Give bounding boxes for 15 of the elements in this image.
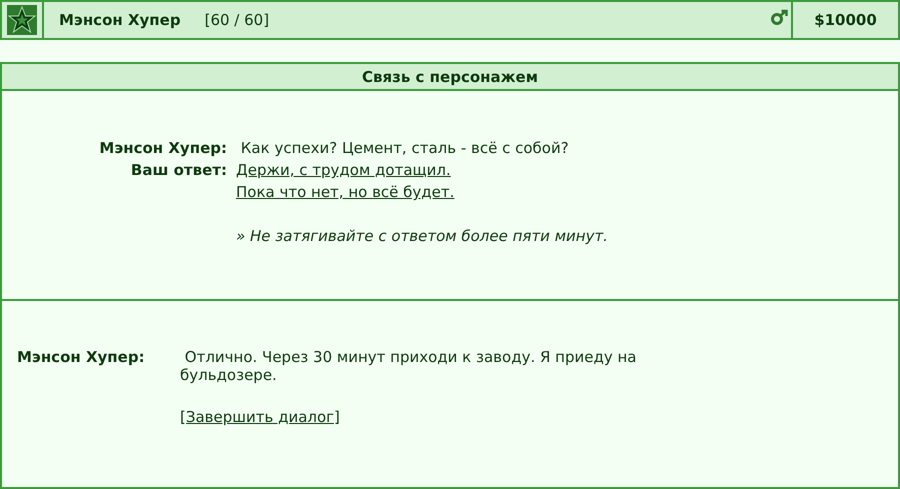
character-name: Мэнсон Хупер — [59, 11, 181, 29]
star-icon — [6, 4, 38, 36]
speaker-message: Отлично. Через 30 минут приходи к заводу. Я приеду на бульдозере. — [180, 348, 638, 384]
speaker-label: Мэнсон Хупер: — [99, 139, 227, 157]
speaker-message: Как успехи? Цемент, сталь - всё с собой? — [240, 139, 569, 157]
answer-link[interactable]: Пока что нет, но всё будет. — [236, 183, 454, 201]
time-note: » Не затягивайте с ответом более пяти минут. — [236, 227, 608, 245]
panel-title: Связь с персонажем — [2, 64, 898, 91]
money-amount: $10000 — [791, 2, 898, 38]
answer-label: Ваш ответ: — [130, 161, 227, 179]
end-dialog-link[interactable]: [Завершить диалог] — [180, 408, 340, 426]
male-icon — [771, 9, 789, 25]
health-counter: [60 / 60] — [204, 11, 270, 29]
answer-link[interactable]: Держи, с трудом дотащил. — [236, 161, 451, 179]
speaker-label: Мэнсон Хупер: — [17, 348, 145, 368]
